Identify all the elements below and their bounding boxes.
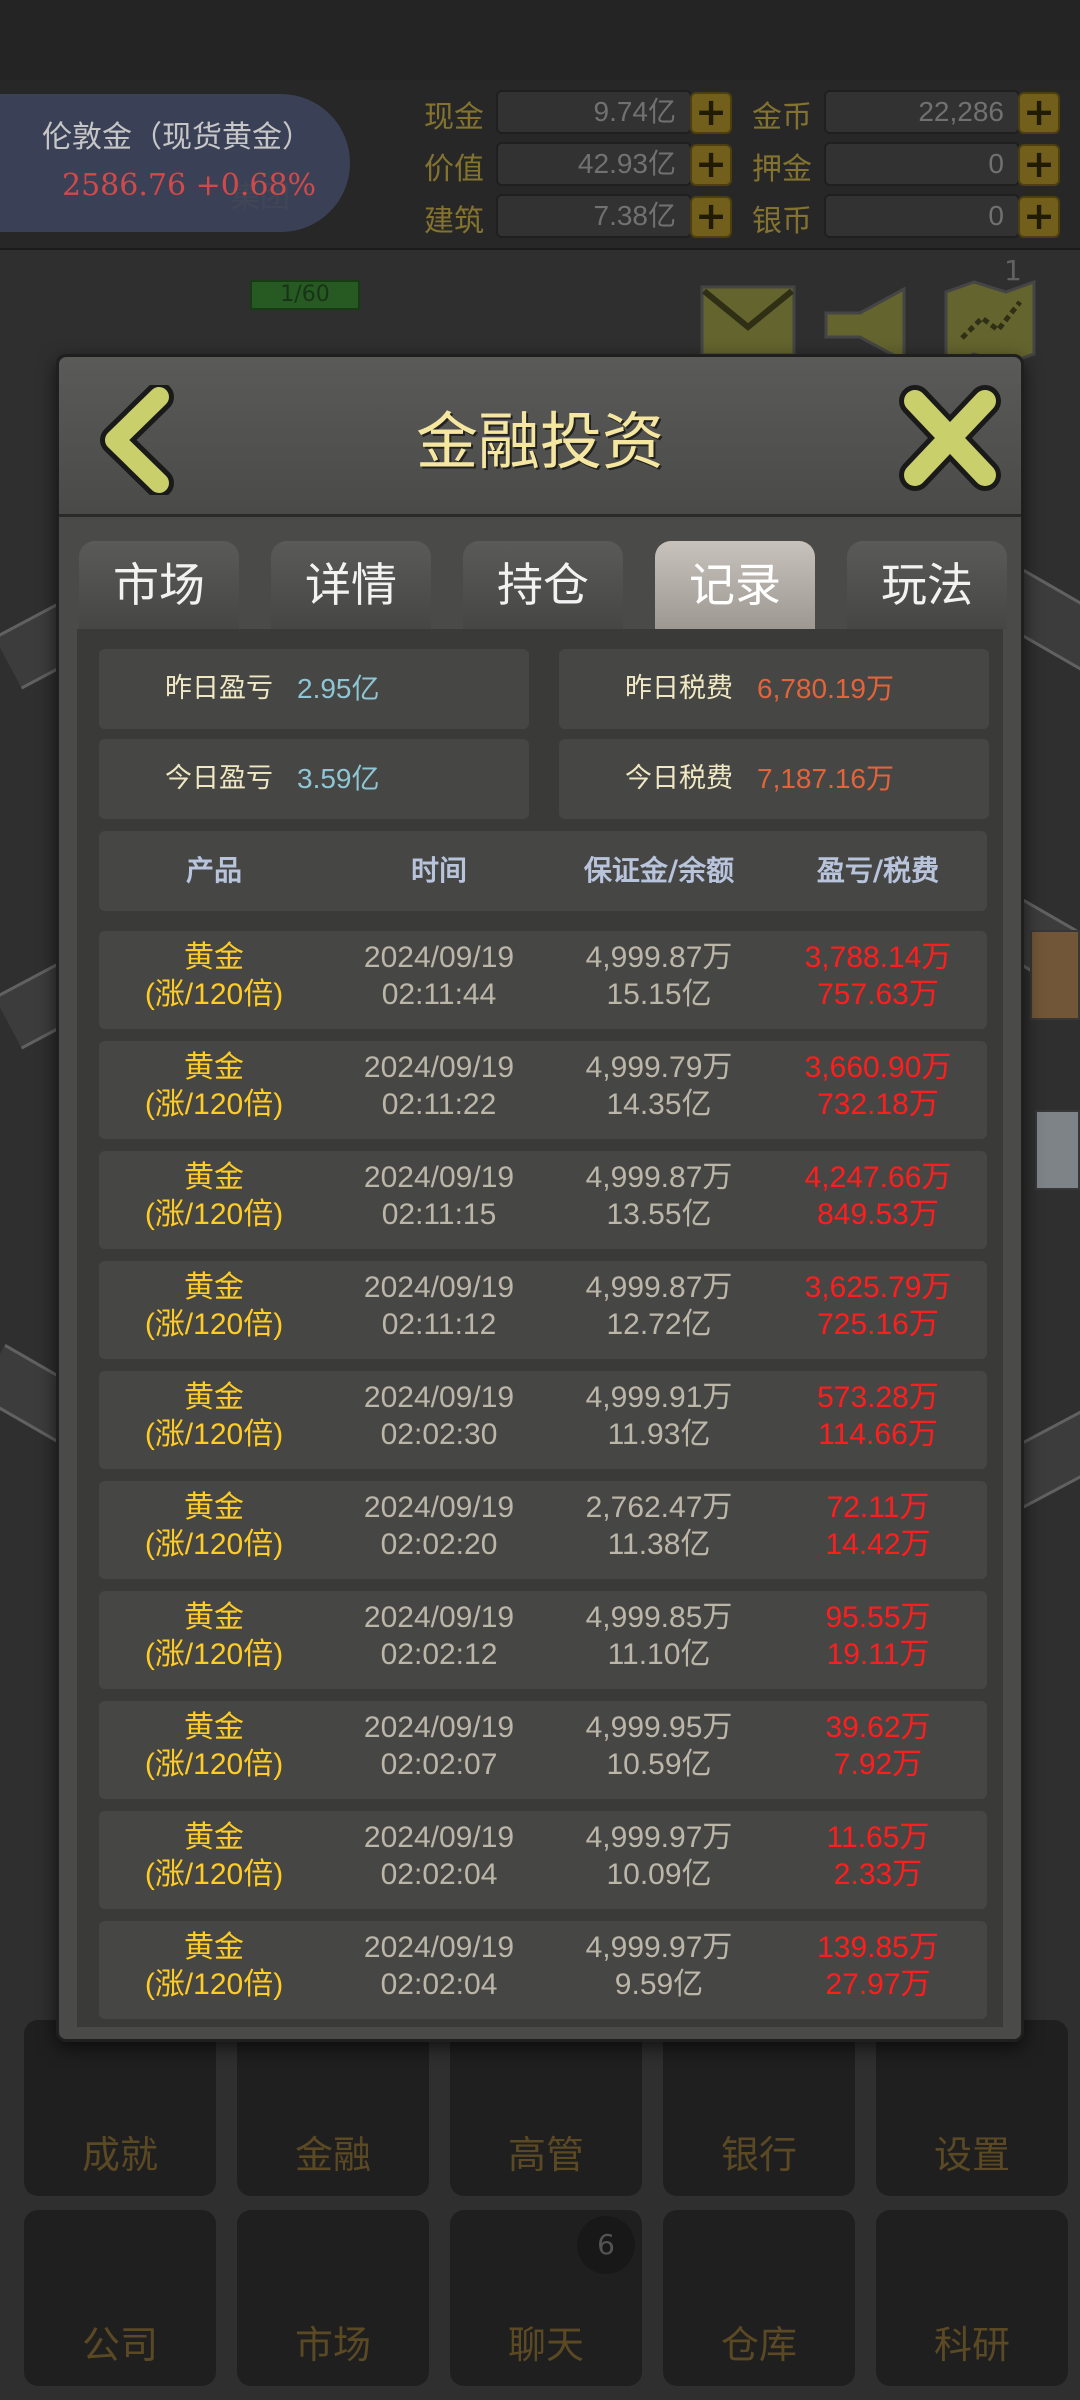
pnl-cell: 11.65万 2.33万 (826, 1821, 930, 1891)
finance-investment-dialog: 金融投资 市场 详情 持仓 记录 玩法 昨日盈亏 2.95亿 昨日税费 6,78… (56, 354, 1024, 2042)
table-header: 产品 时间 保证金/余额 盈亏/税费 (99, 831, 987, 911)
time-cell: 2024/09/19 02:02:20 (363, 1491, 515, 1561)
tab-details[interactable]: 详情 (271, 541, 431, 629)
time-cell: 2024/09/19 02:11:12 (363, 1271, 515, 1341)
summary-value: 6,780.19万 (757, 673, 894, 704)
margin-cell: 4,999.79万 14.35亿 (585, 1051, 733, 1121)
table-row[interactable]: 黄金 (涨/120倍) 2024/09/19 02:02:07 4,999.95万 1… (99, 1701, 987, 1799)
table-row[interactable]: 黄金 (涨/120倍) 2024/09/19 02:02:20 2,762.47万 1… (99, 1481, 987, 1579)
summary-value: 7,187.16万 (757, 763, 894, 794)
pnl-cell: 72.11万 14.42万 (825, 1491, 931, 1561)
table-row[interactable]: 黄金 (涨/120倍) 2024/09/19 02:11:15 4,999.87万 1… (99, 1151, 987, 1249)
product-cell: 黄金 (涨/120倍) (144, 1930, 284, 2001)
product-cell: 黄金 (涨/120倍) (144, 1710, 284, 1781)
table-row[interactable]: 黄金 (涨/120倍) 2024/09/19 02:02:04 4,999.97万 1… (99, 1811, 987, 1909)
margin-cell: 4,999.91万 11.93亿 (585, 1381, 733, 1451)
time-cell: 2024/09/19 02:11:44 (363, 941, 515, 1011)
summary-label: 今日盈亏 (165, 763, 273, 794)
product-cell: 黄金 (涨/120倍) (144, 1160, 284, 1231)
time-cell: 2024/09/19 02:02:07 (363, 1711, 515, 1781)
yesterday-pnl-box: 昨日盈亏 2.95亿 (99, 649, 529, 729)
tab-positions[interactable]: 持仓 (463, 541, 623, 629)
summary-label: 昨日税费 (625, 673, 733, 704)
table-row[interactable]: 黄金 (涨/120倍) 2024/09/19 02:02:30 4,999.91万 1… (99, 1371, 987, 1469)
dialog-header: 金融投资 (59, 357, 1021, 517)
margin-cell: 4,999.97万 9.59亿 (585, 1931, 733, 2001)
summary-label: 昨日盈亏 (165, 673, 273, 704)
time-cell: 2024/09/19 02:02:04 (363, 1821, 515, 1891)
pnl-cell: 39.62万 7.92万 (825, 1711, 931, 1781)
pnl-cell: 573.28万 114.66万 (817, 1381, 939, 1451)
column-header-time: 时间 (410, 854, 467, 887)
product-cell: 黄金 (涨/120倍) (144, 1820, 284, 1891)
dialog-title: 金融投资 (415, 405, 664, 478)
table-row[interactable]: 黄金 (涨/120倍) 2024/09/19 02:11:44 4,999.87万 1… (99, 931, 987, 1029)
margin-cell: 4,999.95万 10.59亿 (585, 1711, 733, 1781)
time-cell: 2024/09/19 02:02:30 (363, 1381, 515, 1451)
margin-cell: 4,999.85万 11.10亿 (585, 1601, 733, 1671)
margin-cell: 4,999.87万 12.72亿 (585, 1271, 733, 1341)
summary-value: 2.95亿 (297, 673, 380, 704)
product-cell: 黄金 (涨/120倍) (144, 1380, 284, 1451)
pnl-cell: 95.55万 19.11万 (825, 1601, 931, 1671)
yesterday-tax-box: 昨日税费 6,780.19万 (559, 649, 989, 729)
product-cell: 黄金 (涨/120倍) (144, 1050, 284, 1121)
margin-cell: 4,999.87万 15.15亿 (585, 941, 733, 1011)
tab-market[interactable]: 市场 (79, 541, 239, 629)
product-cell: 黄金 (涨/120倍) (144, 1270, 284, 1341)
margin-cell: 4,999.87万 13.55亿 (585, 1161, 733, 1231)
table-row[interactable]: 黄金 (涨/120倍) 2024/09/19 02:02:04 4,999.97万 9… (99, 1921, 987, 2019)
pnl-cell: 3,625.79万 725.16万 (804, 1271, 952, 1341)
pnl-cell: 139.85万 27.97万 (817, 1931, 939, 2001)
product-cell: 黄金 (涨/120倍) (144, 1490, 284, 1561)
table-row[interactable]: 黄金 (涨/120倍) 2024/09/19 02:11:22 4,999.79万 1… (99, 1041, 987, 1139)
pnl-cell: 4,247.66万 849.53万 (804, 1161, 952, 1231)
time-cell: 2024/09/19 02:02:04 (363, 1931, 515, 2001)
product-cell: 黄金 (涨/120倍) (144, 940, 284, 1011)
today-tax-box: 今日税费 7,187.16万 (559, 739, 989, 819)
records-panel: 昨日盈亏 2.95亿 昨日税费 6,780.19万 今日盈亏 3.59亿 今日税… (77, 629, 1003, 2027)
tab-records[interactable]: 记录 (655, 541, 815, 629)
margin-cell: 2,762.47万 11.38亿 (585, 1491, 733, 1561)
time-cell: 2024/09/19 02:11:22 (363, 1051, 515, 1121)
time-cell: 2024/09/19 02:02:12 (363, 1601, 515, 1671)
today-pnl-box: 今日盈亏 3.59亿 (99, 739, 529, 819)
table-row[interactable]: 黄金 (涨/120倍) 2024/09/19 02:02:12 4,999.85万 1… (99, 1591, 987, 1689)
time-cell: 2024/09/19 02:11:15 (363, 1161, 515, 1231)
summary-label: 今日税费 (625, 763, 733, 794)
column-header-pnl: 盈亏/税费 (816, 854, 940, 887)
column-header-product: 产品 (185, 854, 242, 887)
table-row[interactable]: 黄金 (涨/120倍) 2024/09/19 02:11:12 4,999.87万 1… (99, 1261, 987, 1359)
tab-rules[interactable]: 玩法 (847, 541, 1007, 629)
product-cell: 黄金 (涨/120倍) (144, 1600, 284, 1671)
column-header-margin: 保证金/余额 (583, 854, 735, 887)
margin-cell: 4,999.97万 10.09亿 (585, 1821, 733, 1891)
summary-value: 3.59亿 (297, 763, 380, 794)
pnl-cell: 3,788.14万 757.63万 (804, 941, 952, 1011)
close-icon[interactable] (897, 383, 1003, 493)
pnl-cell: 3,660.90万 732.18万 (804, 1051, 952, 1121)
